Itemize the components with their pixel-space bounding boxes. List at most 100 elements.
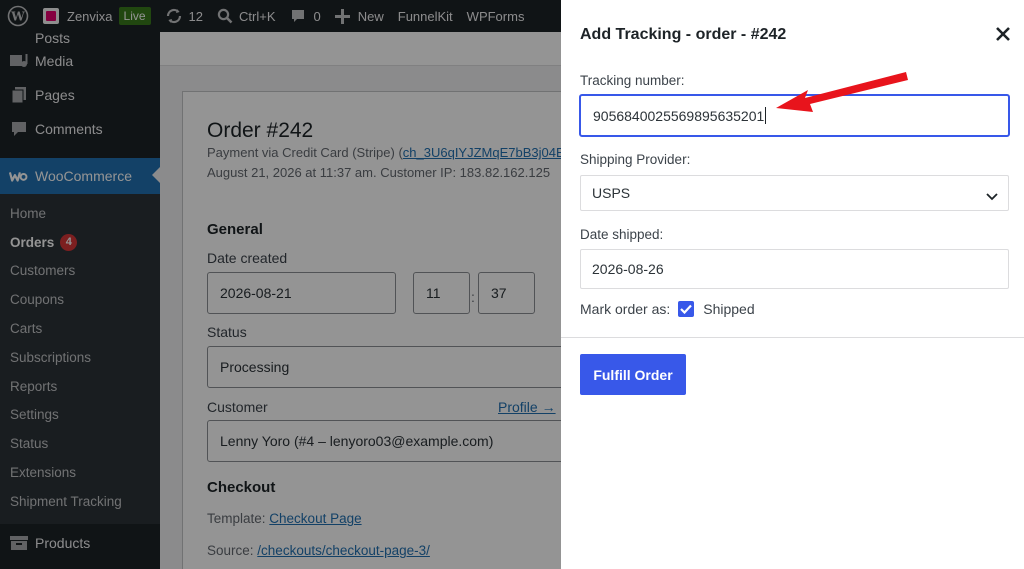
submenu-item-settings-label: Settings (10, 407, 59, 423)
customer-select[interactable]: Lenny Yoro (#4 – lenyoro03@example.com) (207, 420, 561, 462)
menu-item-posts[interactable]: Posts (0, 32, 160, 44)
search-icon (217, 8, 233, 24)
panel-divider (561, 337, 1024, 338)
order-data-card: Order #242 Payment via Credit Card (Stri… (182, 91, 561, 569)
submenu-item-coupons-label: Coupons (10, 292, 65, 308)
hour-input[interactable]: 11 (413, 272, 470, 314)
mark-order-label: Mark order as: (580, 301, 671, 317)
mark-order-row: Mark order as: Shipped (580, 301, 755, 317)
menu-item-woocommerce[interactable]: WooCommerce (0, 158, 160, 194)
panel-title: Add Tracking - order - #242 (580, 26, 787, 43)
submenu-item-orders-label: Orders (10, 234, 55, 250)
status-select[interactable]: Processing (207, 346, 561, 388)
new-content-menu[interactable]: New (328, 0, 391, 32)
menu-item-pages[interactable]: Pages (0, 78, 160, 112)
comment-bubble-icon (290, 8, 306, 24)
customer-profile-link[interactable]: Profile → (498, 399, 556, 415)
comments-menu[interactable]: 0 (283, 0, 328, 32)
text-cursor (765, 107, 767, 124)
menu-item-pages-label: Pages (35, 87, 75, 103)
shipped-label: Shipped (703, 301, 755, 317)
live-badge: Live (118, 7, 151, 25)
order-title: Order #242 (207, 119, 314, 142)
template-row: Template: Checkout Page (207, 511, 362, 526)
close-icon (995, 26, 1011, 47)
payment-info: Payment via Credit Card (Stripe) (ch_3U6… (207, 145, 561, 160)
menu-item-products[interactable]: Products (0, 526, 160, 560)
site-name-menu[interactable]: Zenvixa Live (36, 0, 158, 32)
admin-bar: W Zenvixa Live 12 Ctrl+K 0 New FunnelKit… (0, 0, 561, 32)
checkmark-icon (680, 301, 693, 317)
submenu-item-extensions[interactable]: Extensions (0, 458, 160, 487)
new-label: New (357, 8, 384, 24)
date-created-input[interactable]: 2026-08-21 (207, 272, 396, 314)
add-tracking-panel: Add Tracking - order - #242 Tracking num… (561, 0, 1024, 569)
submenu-item-shipment-tracking-label: Shipment Tracking (10, 493, 122, 509)
updates-menu[interactable]: 12 (158, 0, 210, 32)
checkout-source-link[interactable]: /checkouts/checkout-page-3/ (257, 543, 430, 558)
woocommerce-icon (9, 166, 29, 186)
site-name: Zenvixa (67, 8, 113, 24)
comments-count: 0 (313, 8, 321, 24)
shipping-provider-label: Shipping Provider: (580, 152, 691, 167)
tracking-number-value: 9056840025569895635201 (593, 107, 765, 124)
updates-icon (165, 7, 183, 25)
general-heading: General (207, 221, 263, 238)
submenu-item-carts[interactable]: Carts (0, 314, 160, 343)
updates-count: 12 (188, 8, 204, 24)
minute-input[interactable]: 37 (478, 272, 535, 314)
source-label: Source: (207, 543, 254, 558)
submenu-item-status[interactable]: Status (0, 429, 160, 458)
menu-item-media-label: Media (35, 53, 74, 69)
submenu-item-customers[interactable]: Customers (0, 257, 160, 286)
checkout-page-link[interactable]: Checkout Page (269, 511, 361, 526)
menu-item-comments-label: Comments (35, 121, 103, 137)
submenu-item-subscriptions[interactable]: Subscriptions (0, 343, 160, 372)
template-label: Template: (207, 511, 266, 526)
funnelkit-menu[interactable]: FunnelKit (391, 0, 460, 32)
tracking-number-label: Tracking number: (580, 73, 685, 88)
date-shipped-input[interactable]: 2026-08-26 (580, 249, 1009, 289)
svg-text:W: W (10, 10, 25, 24)
chevron-down-icon (986, 188, 998, 204)
status-label: Status (207, 324, 247, 340)
payment-text: Payment via Credit Card (Stripe) ( (207, 145, 403, 160)
date-shipped-value: 2026-08-26 (592, 261, 664, 277)
submenu-item-orders[interactable]: Orders 4 (0, 228, 160, 257)
orders-count-badge: 4 (60, 233, 78, 251)
charge-id-link[interactable]: ch_3U6qIYJZMqE7bB3j04ED (403, 145, 561, 160)
order-edit-page: Order #242 Payment via Credit Card (Stri… (160, 32, 561, 569)
fulfill-order-button[interactable]: Fulfill Order (580, 354, 686, 395)
wpforms-menu[interactable]: WPForms (460, 0, 532, 32)
order-date-ip: August 21, 2026 at 11:37 am. Customer IP… (207, 165, 551, 180)
submenu-item-home-label: Home (10, 205, 47, 221)
time-separator: : (471, 289, 475, 305)
submenu-item-extensions-label: Extensions (10, 465, 77, 481)
submenu-item-coupons[interactable]: Coupons (0, 285, 160, 314)
menu-item-comments[interactable]: Comments (0, 112, 160, 146)
shipping-provider-select[interactable]: USPS (580, 175, 1009, 211)
submenu-item-settings[interactable]: Settings (0, 401, 160, 430)
page-top-strip (160, 32, 561, 66)
source-row: Source: /checkouts/checkout-page-3/ (207, 543, 430, 558)
archive-box-icon (9, 533, 29, 553)
submenu-item-reports[interactable]: Reports (0, 372, 160, 401)
menu-item-posts-label: Posts (35, 32, 71, 44)
submenu-item-home[interactable]: Home (0, 199, 160, 228)
submenu-item-carts-label: Carts (10, 321, 43, 337)
media-icon (9, 51, 29, 71)
menu-item-woocommerce-label: WooCommerce (35, 168, 132, 184)
shipped-checkbox[interactable] (678, 301, 695, 317)
menu-item-media[interactable]: Media (0, 44, 160, 78)
wordpress-logo-icon[interactable]: W (0, 0, 36, 32)
submenu-item-subscriptions-label: Subscriptions (10, 349, 92, 365)
close-panel-button[interactable] (989, 22, 1017, 50)
command-palette-button[interactable]: Ctrl+K (210, 0, 282, 32)
pin-icon (9, 32, 29, 44)
submenu-item-shipment-tracking[interactable]: Shipment Tracking (0, 487, 160, 516)
site-icon (43, 8, 59, 24)
date-shipped-label: Date shipped: (580, 227, 664, 242)
tracking-number-input[interactable]: 9056840025569895635201 (579, 94, 1010, 137)
submenu-item-customers-label: Customers (10, 263, 76, 279)
checkout-heading: Checkout (207, 479, 276, 496)
